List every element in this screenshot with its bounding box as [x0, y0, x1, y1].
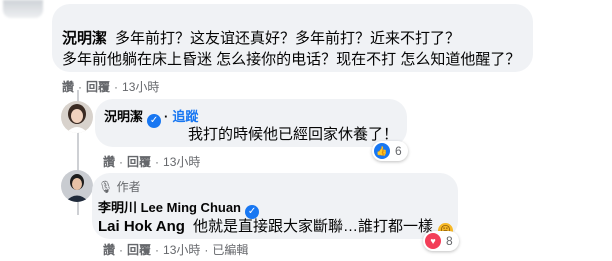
reaction-count: 8 [446, 234, 453, 248]
reply-author[interactable]: 李明川 Lee Ming Chuan [98, 200, 241, 215]
timestamp[interactable]: 13小時 [163, 155, 200, 169]
reply-author[interactable]: 況明潔 [104, 109, 143, 124]
love-icon: ♥ [425, 233, 441, 249]
timestamp[interactable]: 13小時 [163, 243, 200, 257]
avatar[interactable] [3, 0, 43, 18]
reply-text: 他就是直接跟大家斷聯…誰打都一樣 [192, 218, 433, 235]
like-link[interactable]: 讚 [62, 80, 74, 94]
avatar[interactable] [61, 101, 93, 133]
verified-badge-icon: ✓ [147, 114, 162, 128]
like-icon: 👍 [374, 143, 390, 159]
like-link[interactable]: 讚 [103, 155, 115, 169]
reply-link[interactable]: 回覆 [86, 80, 110, 94]
comment-author-cropped [62, 0, 162, 14]
reaction-count: 6 [395, 144, 402, 158]
comment-text-1: 多年前打？这友谊还真好？多年前打？近来不打了？ [115, 30, 461, 47]
microphone-icon: 🎙 [98, 180, 114, 194]
reply-text: 我打的時候他已經回家休養了！ [188, 126, 399, 143]
reply-link[interactable]: 回覆 [127, 155, 151, 169]
follow-button[interactable]: 追蹤 [172, 109, 198, 124]
author-badge: 🎙 作者 [98, 178, 141, 195]
comment-line-2: 多年前他躺在床上昏迷 怎么接你的电话？现在不打 怎么知道他醒了？ [62, 51, 521, 68]
reaction-summary[interactable]: 👍 6 [372, 141, 408, 161]
reply-author-line: 況明潔 ✓ · 追蹤 [104, 109, 199, 128]
reply-actions: 讚 · 回覆 · 13小時 [103, 155, 201, 169]
reply-link[interactable]: 回覆 [127, 243, 151, 257]
like-link[interactable]: 讚 [103, 243, 115, 257]
reaction-summary[interactable]: ♥ 8 [423, 231, 459, 251]
timestamp[interactable]: 13小時 [122, 80, 159, 94]
edited-label[interactable]: 已編輯 [212, 243, 248, 257]
reply-actions: 讚 · 回覆 · 13小時 · 已編輯 [103, 243, 249, 257]
mention-tag[interactable]: Lai Hok Ang [98, 218, 185, 235]
comment-line-1: 況明潔 多年前打？这友谊还真好？多年前打？近来不打了？ [62, 27, 460, 48]
reply-text-line: Lai Hok Ang他就是直接跟大家斷聯…誰打都一樣☹ [98, 215, 453, 238]
comment-author[interactable]: 況明潔 [62, 30, 107, 47]
avatar[interactable] [61, 170, 93, 202]
author-badge-label: 作者 [116, 180, 141, 194]
